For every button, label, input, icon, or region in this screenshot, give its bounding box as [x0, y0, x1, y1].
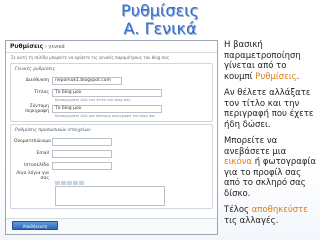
address-field[interactable]: nepomuk1.blogspot.com	[52, 76, 122, 85]
editor-toolbar	[55, 181, 209, 185]
screenshot-header-title: Ρυθμίσεις	[10, 43, 44, 50]
instruction-3: Μπορείτε να ανεβάσετε μια εικόνα ή φωτογ…	[224, 136, 316, 199]
desc-hint: Καταχωρίστε εδώ μια σύντομη περιγραφή το…	[55, 114, 156, 118]
desc-field[interactable]: Το blog μου	[52, 104, 162, 113]
basic-settings-fieldset: Γενικές ρυθμίσεις Διεύθυνση nepomuk1.blo…	[10, 63, 213, 122]
underline-icon[interactable]	[67, 181, 72, 185]
site-label: Ιστοσελίδα	[24, 163, 49, 168]
title-hint: Καταχωρίστε εδώ τον τίτλο του blog σας	[55, 98, 131, 102]
slide-title-line2: Α. Γενικά	[123, 19, 197, 38]
bio-label: Λίγα λόγια για σας	[16, 171, 49, 181]
site-row: Ιστοσελίδα	[14, 160, 209, 171]
email-label: Email	[36, 151, 50, 156]
address-row: Διεύθυνση nepomuk1.blogspot.com	[14, 75, 209, 86]
title-field[interactable]: Το blog μου	[52, 88, 162, 97]
image-highlight: εικόνα	[224, 157, 253, 167]
slide-title-line1: Ρυθμίσεις	[121, 1, 199, 20]
bio-row: Λίγα λόγια για σας	[14, 171, 209, 181]
site-field[interactable]	[52, 161, 112, 170]
title-label: Τίτλος	[33, 90, 49, 95]
settings-highlight: Ρυθμίσεις	[255, 71, 297, 82]
profile-settings-fieldset: Ρυθμίσεις προσωπικών στοιχείων Ονοματεπώ…	[10, 124, 213, 209]
name-field[interactable]	[52, 137, 112, 146]
title-row: Τίτλος Το blog μου	[14, 87, 209, 98]
link-icon[interactable]	[73, 181, 78, 185]
instruction-2: Αν θέλετε αλλάξατε τον τίτλο και την περ…	[224, 88, 314, 130]
save-highlight: αποθηκεύστε	[251, 205, 308, 215]
name-label: Ονοματεπώνυμο	[14, 139, 51, 144]
basic-settings-legend: Γενικές ρυθμίσεις	[15, 67, 56, 72]
address-label: Διεύθυνση	[25, 78, 49, 83]
bold-icon[interactable]	[55, 181, 60, 185]
bio-textarea[interactable]	[55, 186, 165, 206]
email-field[interactable]	[52, 149, 112, 158]
name-row: Ονοματεπώνυμο	[14, 136, 209, 147]
screenshot-note: Σε αυτή τη σελίδα μπορείτε να ορίσετε τι…	[11, 55, 170, 60]
instructions-panel: Η βασική παραμετροποίηση γίνεται από το …	[224, 40, 316, 232]
list-icon[interactable]	[79, 181, 84, 185]
italic-icon[interactable]	[61, 181, 66, 185]
profile-settings-legend: Ρυθμίσεις προσωπικών στοιχείων	[15, 128, 91, 133]
slide-title: Ρυθμίσεις Α. Γενικά	[0, 2, 320, 38]
settings-screenshot: Ρυθμίσεις › γενικά Σε αυτή τη σελίδα μπο…	[5, 40, 218, 235]
save-settings-button[interactable]: Αποθήκευση ρυθμίσεων	[12, 221, 58, 234]
desc-row: Σύντομη περιγραφή Το blog μου	[14, 103, 209, 114]
email-row: Email	[14, 148, 209, 159]
screenshot-header-sub: γενικά	[48, 44, 65, 50]
instruction-4: Τέλος αποθηκεύστε τις αλλαγές.	[224, 205, 308, 226]
desc-label: Σύντομη περιγραφή	[25, 103, 49, 114]
instruction-1: Η βασική παραμετροποίηση γίνεται από το …	[224, 40, 301, 82]
screenshot-header: Ρυθμίσεις › γενικά	[6, 41, 217, 53]
